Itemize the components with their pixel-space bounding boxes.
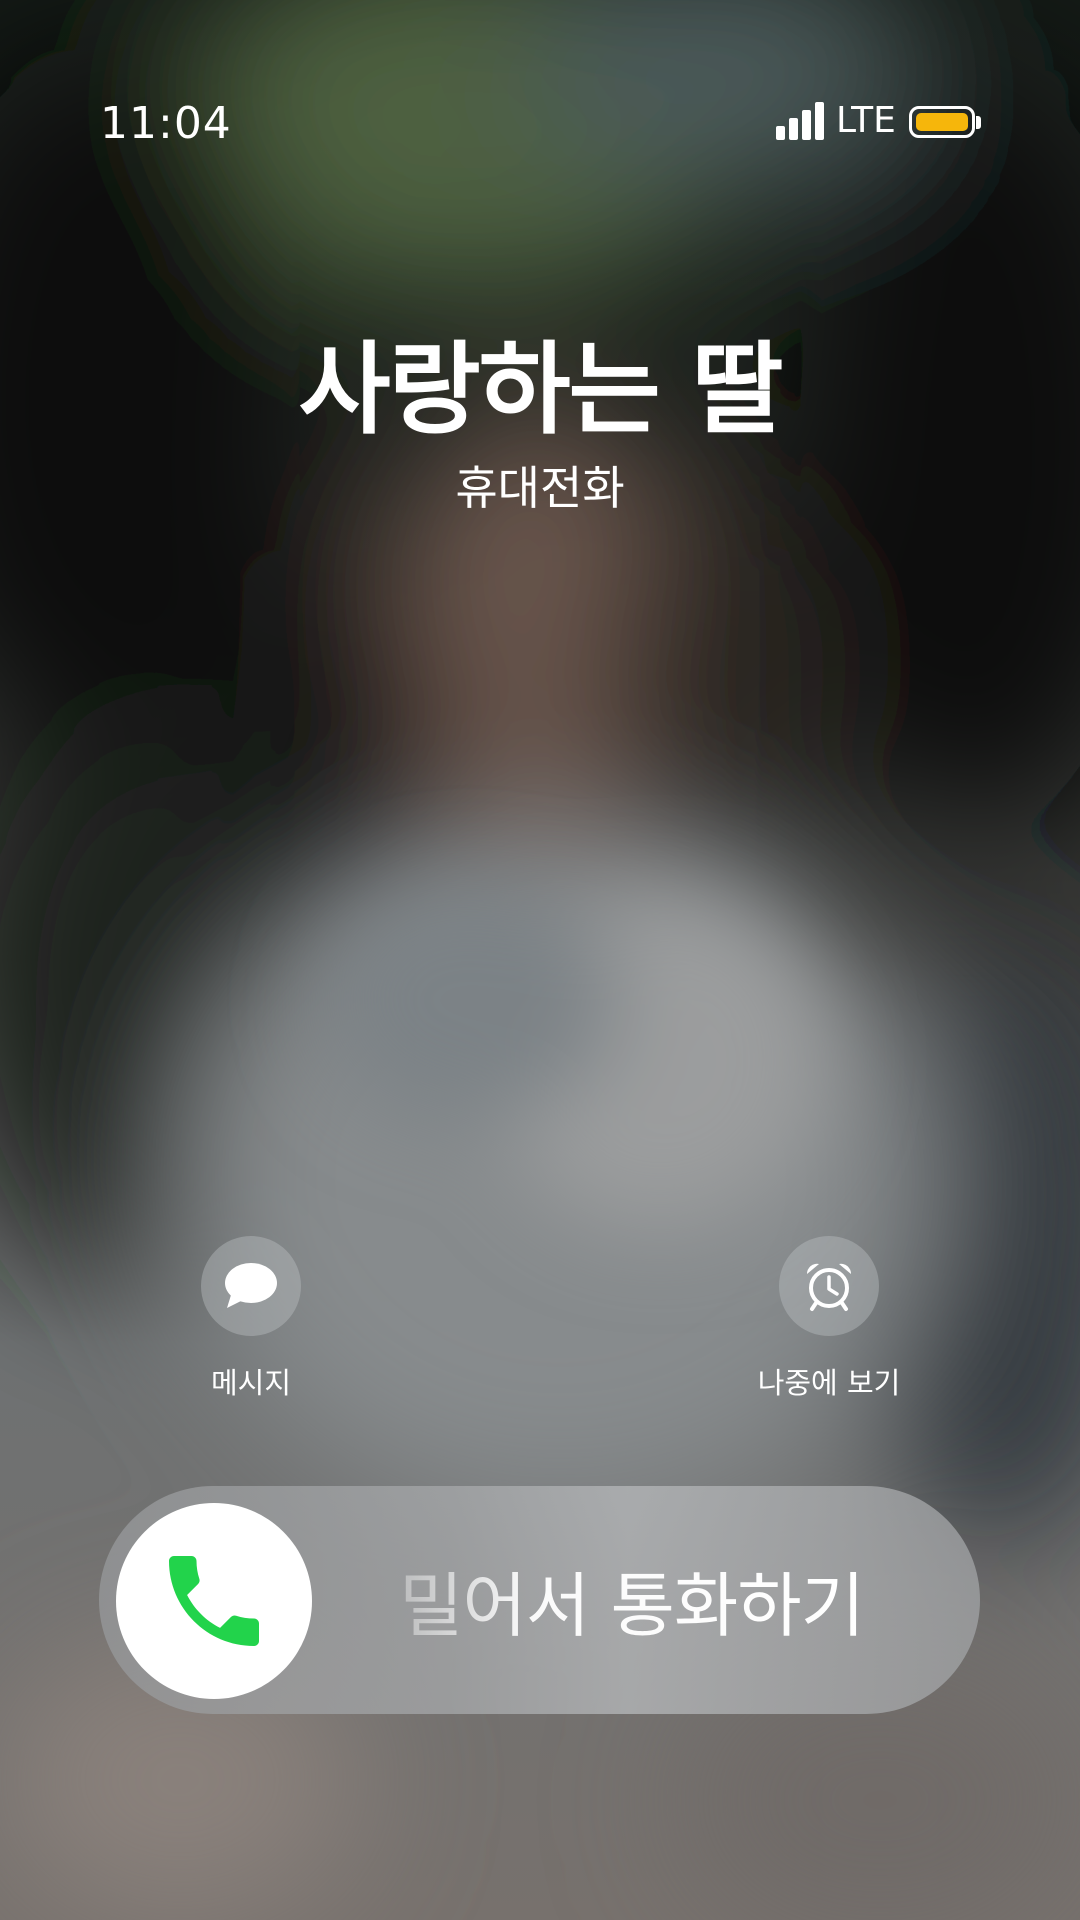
caller-name: 사랑하는 딸 — [298, 331, 784, 448]
remind-later-action[interactable]: 나중에 보기 — [719, 1236, 939, 1402]
battery-tip — [976, 116, 981, 129]
slide-to-answer-track[interactable]: 밀어서 통화하기 — [99, 1486, 980, 1714]
status-bar: 11:04 LTE — [0, 0, 1080, 250]
alarm-clock-icon — [806, 1263, 852, 1311]
remind-later-button[interactable] — [779, 1236, 879, 1336]
caller-phone-type: 휴대전화 — [455, 461, 625, 515]
message-label: 메시지 — [210, 1366, 292, 1400]
message-bubble-icon — [225, 1263, 277, 1308]
answer-knob[interactable] — [116, 1503, 312, 1699]
incoming-call-screen: 11:04 LTE 사랑하는 딸 휴대전화 메시지 나중에 보기 밀어서 통화하… — [0, 0, 1080, 1920]
status-time: 11:04 — [100, 98, 232, 149]
phone-icon — [169, 1556, 259, 1646]
message-button[interactable] — [201, 1236, 301, 1336]
network-type-label: LTE — [836, 100, 896, 141]
remind-later-label: 나중에 보기 — [757, 1366, 901, 1400]
signal-icon — [776, 102, 826, 140]
battery-icon — [909, 106, 975, 138]
slide-to-answer-label: 밀어서 통화하기 — [399, 1550, 865, 1651]
message-action[interactable]: 메시지 — [141, 1236, 361, 1402]
